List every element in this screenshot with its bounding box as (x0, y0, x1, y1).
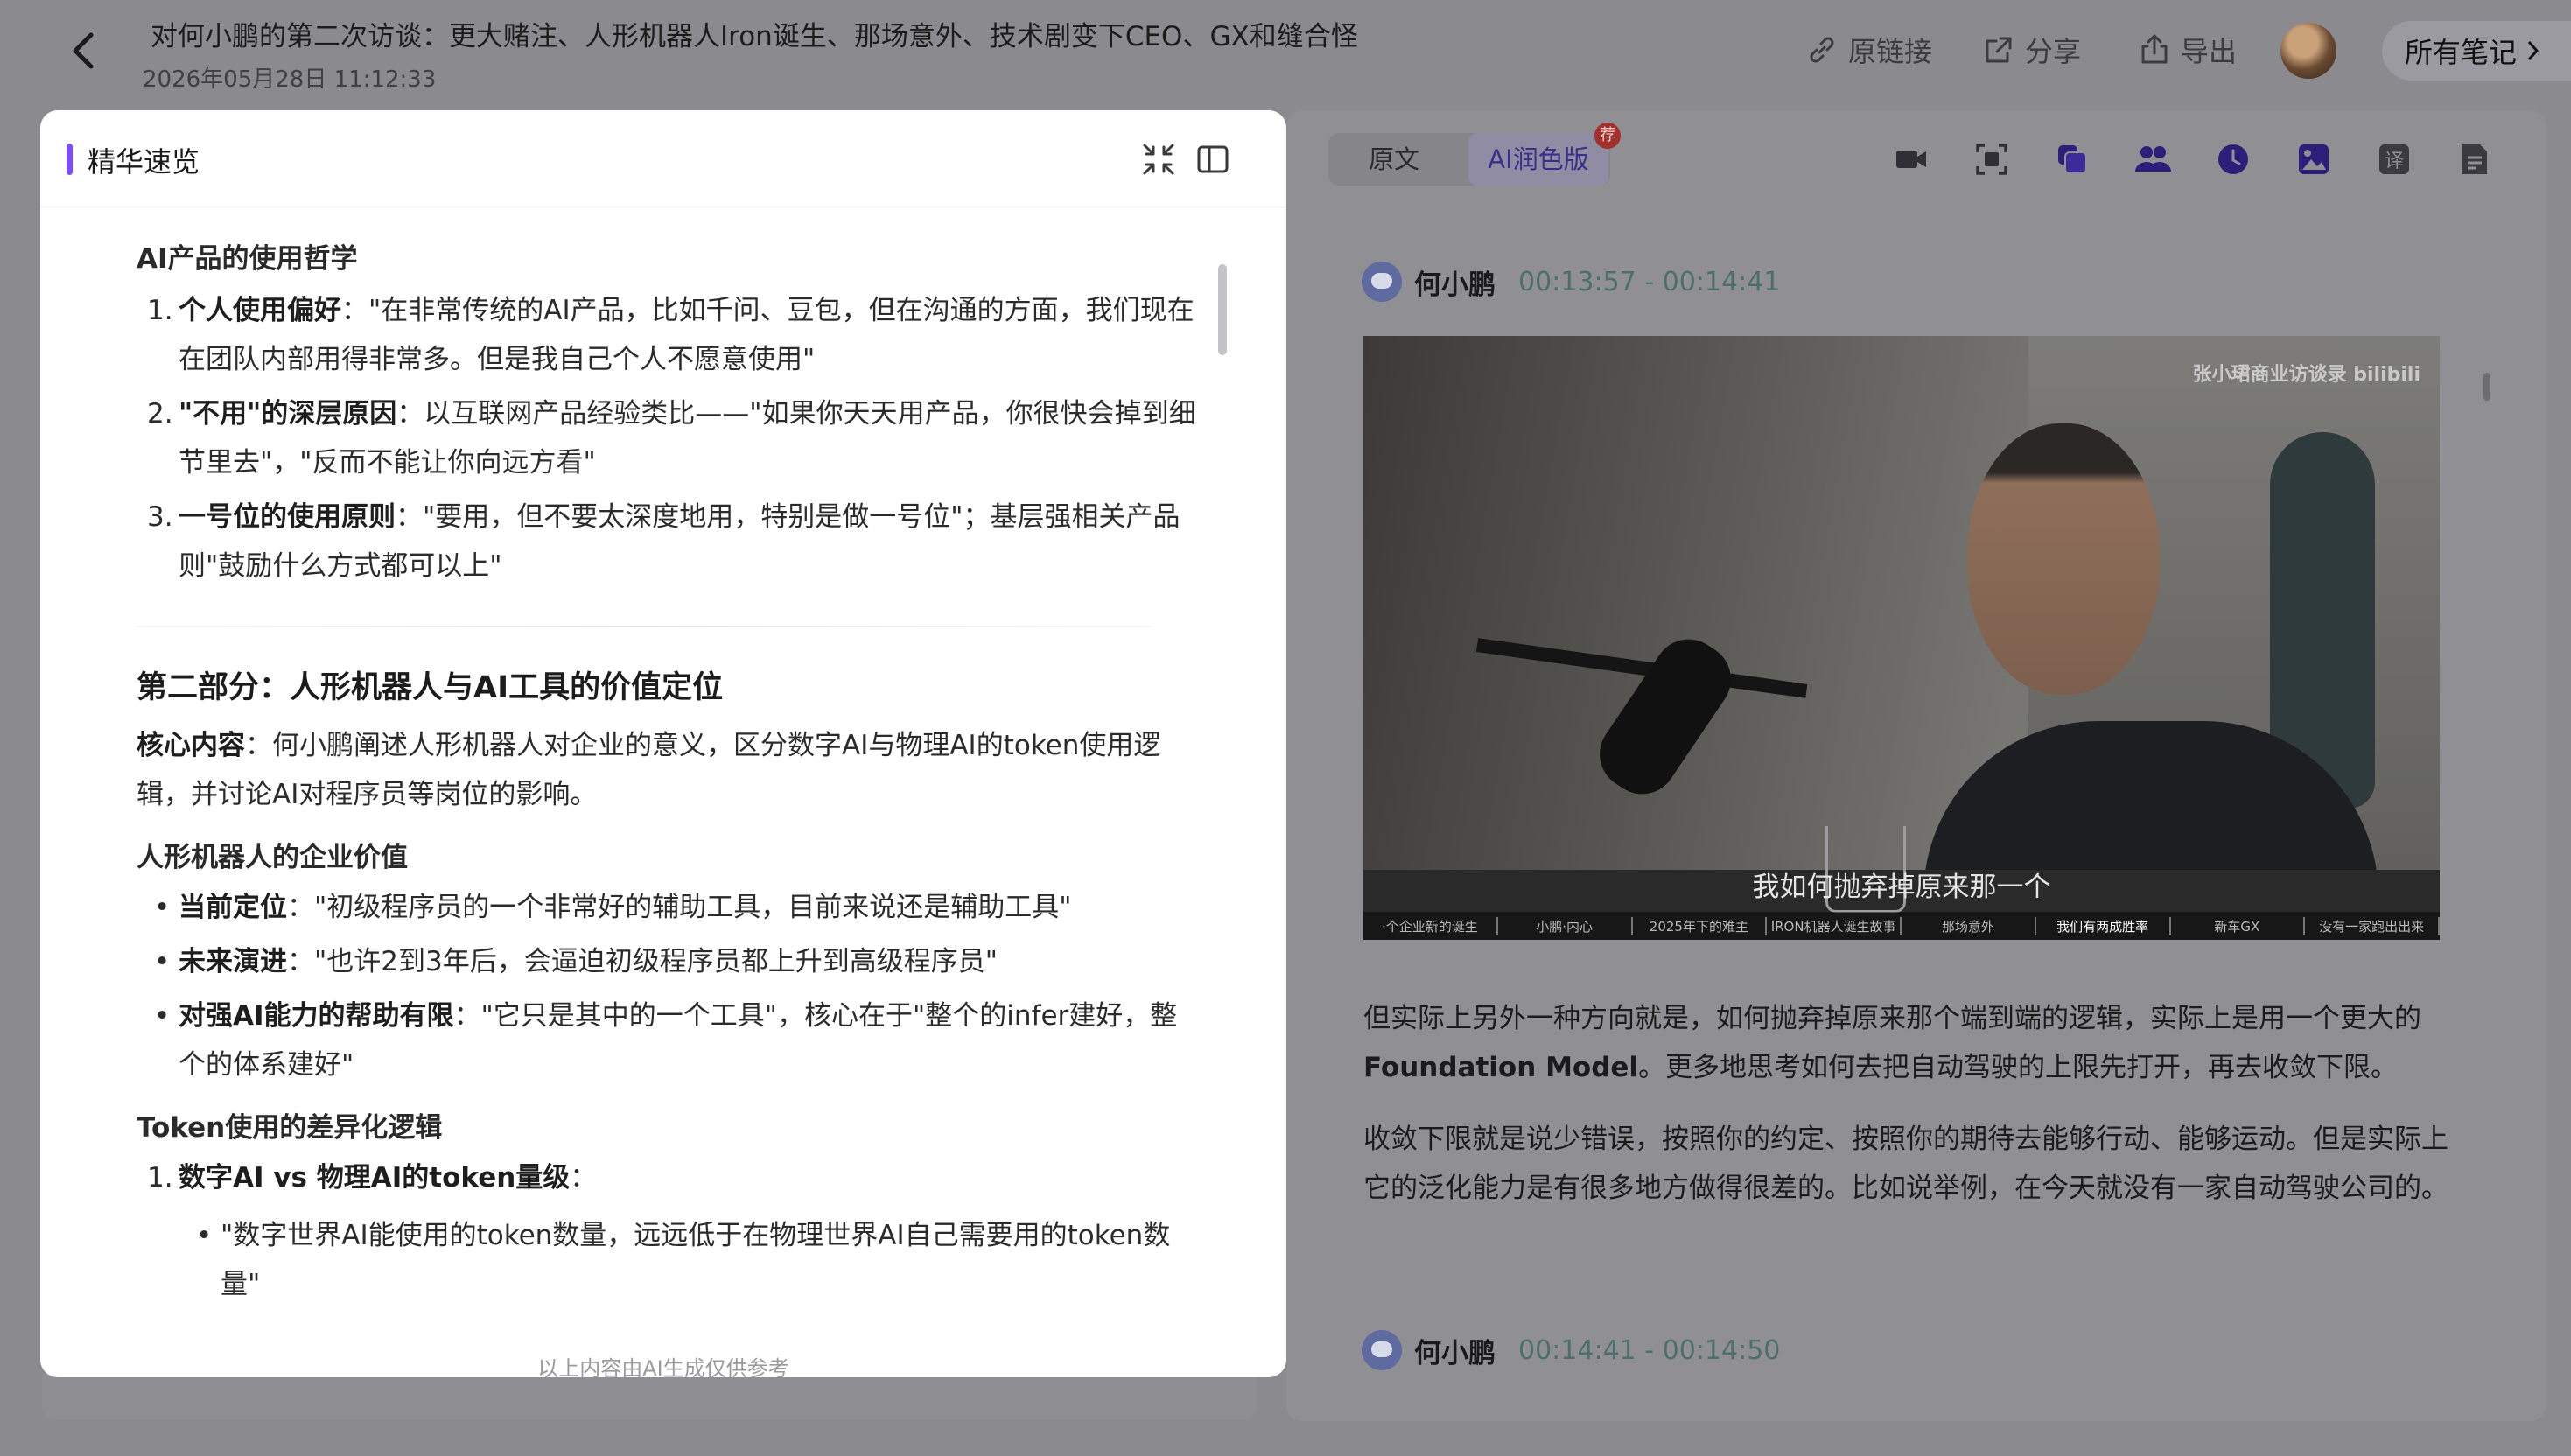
document-button[interactable] (2455, 140, 2494, 178)
video-chapter-bar: ·个企业新的诞生 小鹏·内心 2025年下的难主 IRON机器人诞生故事 那场意… (1363, 912, 2440, 940)
speaker-timestamp[interactable]: 00:13:57 - 00:14:41 (1518, 267, 1780, 298)
list-item: • 当前定位："初级程序员的一个非常好的辅助工具，目前来说还是辅助工具" (154, 892, 1072, 923)
original-link-label: 原链接 (1848, 35, 1933, 68)
chevron-right-icon (2527, 40, 2539, 61)
image-icon (2299, 144, 2329, 174)
speaker-timestamp[interactable]: 00:14:41 - 00:14:50 (1518, 1335, 1780, 1366)
list-item: 2. "不用"的深层原因：以互联网产品经验类比——"如果你天天用产品，你很快会掉到… (147, 398, 1196, 479)
original-link-button[interactable]: 原链接 (1804, 28, 1932, 72)
video-person-head (1967, 424, 2160, 695)
top-bar: 对何小鹏的第二次访谈：更大赌注、人形机器人Iron诞生、那场意外、技术剧变下CE… (0, 0, 2571, 108)
copy-icon (2058, 145, 2087, 174)
document-icon (2462, 144, 2487, 174)
share-label: 分享 (2025, 35, 2082, 68)
video-chapter[interactable]: 那场意外 (1902, 916, 2036, 935)
title-accent-bar (67, 144, 73, 175)
speaker-row-1: 何小鹏 00:13:57 - 00:14:41 (1362, 261, 1780, 303)
collapse-icon (1143, 144, 1174, 175)
back-button[interactable] (61, 24, 105, 77)
transcript-paragraph-1: 但实际上另外一种方向就是，如何抛弃掉原来那个端到端的逻辑，实际上是用一个更大的 … (1363, 1003, 2421, 1083)
sidebar-toggle-button[interactable] (1194, 140, 1232, 178)
left-pane-shadow (42, 1374, 1257, 1419)
user-avatar[interactable] (2280, 23, 2336, 79)
list-item: 1. 数字AI vs 物理AI的token量级： (147, 1162, 598, 1194)
back-icon (73, 32, 94, 69)
video-button[interactable] (1892, 140, 1930, 178)
copy-button[interactable] (2053, 140, 2091, 178)
speaker-avatar (1362, 1330, 1402, 1370)
document-title: 对何小鹏的第二次访谈：更大赌注、人形机器人Iron诞生、那场意外、技术剧变下CE… (151, 21, 1358, 52)
timestamp-button[interactable] (2214, 140, 2252, 178)
video-chapter[interactable]: 小鹏·内心 (1498, 916, 1633, 935)
highlights-panel: 精华速览 AI产品的使用哲学 1. 个人使用偏好："在非常传统的AI产品，比如千问… (40, 110, 1286, 1377)
foundation-model-term: Foundation Model (1363, 1052, 1639, 1083)
nested-list-item: • "数字世界AI能使用的token数量，远远低于在物理世界AI自己需要用的tok… (196, 1220, 1171, 1300)
speakers-button[interactable] (2133, 140, 2172, 178)
translate-icon: 译 (2379, 144, 2409, 174)
video-chapter[interactable]: 没有一家跑出出来 (2305, 916, 2440, 935)
list-item: 1. 个人使用偏好："在非常传统的AI产品，比如千问、豆包，但在沟通的方面，我们现… (147, 295, 1194, 375)
video-player[interactable]: 张小珺商业访谈录 bilibili 我如何抛弃掉原来那一个 ·个企业新的诞生 小… (1363, 336, 2440, 940)
tab-ai-polished[interactable]: AI润色版 (1468, 133, 1608, 186)
highlights-content: AI产品的使用哲学 1. 个人使用偏好："在非常传统的AI产品，比如千问、豆包，但… (137, 212, 1204, 1309)
svg-text:译: 译 (2385, 150, 2404, 172)
screenshot-icon (1976, 144, 2007, 175)
core-content: 核心内容：何小鹏阐述人形机器人对企业的意义，区分数字AI与物理AI的token使… (137, 730, 1161, 810)
video-chapter[interactable]: 2025年下的难主 (1633, 916, 1768, 935)
highlights-header: 精华速览 (40, 110, 1286, 207)
export-label: 导出 (2181, 35, 2238, 68)
video-chapter-active[interactable]: 我们有两成胜率 (2036, 916, 2171, 935)
tab-original[interactable]: 原文 (1328, 133, 1460, 186)
list-item: 3. 一号位的使用原则："要用，但不要太深度地用，特别是做一号位"；基层强相关产品… (147, 501, 1180, 582)
speakers-icon (2135, 146, 2171, 172)
image-button[interactable] (2294, 140, 2333, 178)
export-icon (2141, 34, 2168, 64)
highlights-title: 精华速览 (88, 145, 200, 178)
ai-disclaimer: 以上内容由AI生成仅供参考 (537, 1356, 789, 1377)
share-icon (1986, 37, 2012, 63)
section-heading: 人形机器人的企业价值 (137, 842, 408, 873)
transcript-paragraph-2: 收敛下限就是说少错误，按照你的约定、按照你的期待去能够行动、能够运动。但是实际上… (1363, 1124, 2448, 1204)
video-microphone (1586, 626, 1745, 808)
highlights-scrollbar[interactable] (1218, 264, 1227, 355)
speaker-avatar (1362, 262, 1402, 302)
all-notes-button[interactable]: 所有笔记 (2382, 21, 2571, 80)
list-item: • 对强AI能力的帮助有限："它只是其中的一个工具"，核心在于"整个的infer建… (154, 1000, 1178, 1081)
collapse-button[interactable] (1139, 140, 1178, 178)
transcript-scrollbar[interactable] (2483, 373, 2490, 401)
video-chapter[interactable]: ·个企业新的诞生 (1363, 916, 1498, 935)
document-datetime: 2026年05月28日 11:12:33 (143, 66, 437, 93)
part-heading: 第二部分：人形机器人与AI工具的价值定位 (137, 670, 724, 705)
share-button[interactable]: 分享 (1981, 28, 2081, 72)
link-icon (1810, 37, 1834, 63)
section-heading: AI产品的使用哲学 (137, 243, 358, 275)
version-toggle: 原文 AI润色版 (1328, 133, 1610, 186)
video-icon (1896, 150, 1926, 168)
video-subtitle: 我如何抛弃掉原来那一个 (1752, 872, 2051, 903)
clock-icon (2218, 144, 2248, 174)
export-button[interactable]: 导出 (2137, 28, 2237, 72)
list-item: • 未来演进："也许2到3年后，会逼迫初级程序员都上升到高级程序员" (154, 946, 998, 977)
speaker-row-2: 何小鹏 00:14:41 - 00:14:50 (1362, 1329, 1780, 1371)
section-divider (137, 626, 1152, 627)
speaker-name: 何小鹏 (1414, 1337, 1496, 1369)
video-chapter[interactable]: 新车GX (2171, 916, 2306, 935)
translate-button[interactable]: 译 (2375, 140, 2413, 178)
all-notes-label: 所有笔记 (2405, 36, 2518, 69)
sidebar-icon (1197, 145, 1229, 173)
video-watermark: 张小珺商业访谈录 bilibili (2192, 364, 2420, 386)
section-heading: Token使用的差异化逻辑 (137, 1112, 443, 1144)
screenshot-button[interactable] (1972, 140, 2011, 178)
speaker-name: 何小鹏 (1414, 269, 1496, 301)
video-chapter[interactable]: IRON机器人诞生故事 (1767, 916, 1902, 935)
recommend-badge: 荐 (1594, 122, 1621, 149)
